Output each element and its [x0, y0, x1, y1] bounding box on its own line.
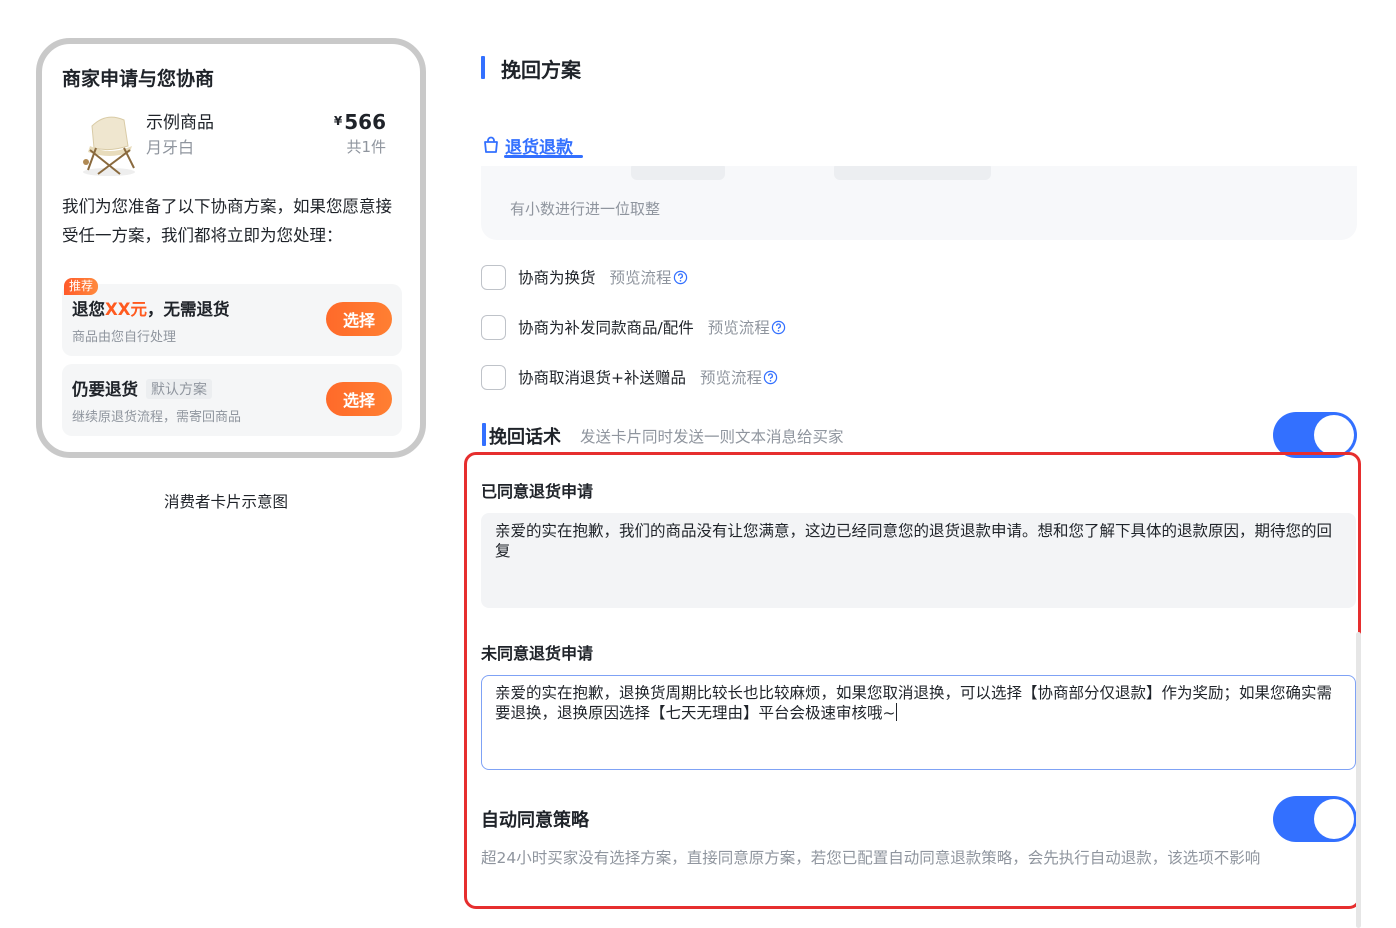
checkbox-label: 协商取消退货+补送赠品 — [518, 369, 686, 387]
tab-active-indicator — [504, 155, 583, 158]
option-amount: XX元 — [105, 300, 147, 319]
price-value: 566 — [344, 110, 386, 134]
preview-flow-text: 预览流程 — [700, 369, 763, 387]
auto-agree-title: 自动同意策略 — [481, 810, 589, 831]
shopping-bag-icon — [484, 136, 498, 153]
card-caption: 消费者卡片示意图 — [164, 493, 289, 511]
checkbox[interactable] — [481, 314, 506, 340]
section-accent-bar — [482, 423, 486, 446]
amount-input[interactable] — [631, 166, 725, 180]
checkbox[interactable] — [481, 264, 506, 290]
plan-section-title: 挽回方案 — [501, 58, 581, 82]
not-agreed-label: 未同意退货申请 — [481, 644, 594, 663]
option-subtitle: 继续原退货流程，需寄回商品 — [72, 410, 242, 425]
card-description: 我们为您准备了以下协商方案，如果您愿意接受任一方案，我们都将立即为您处理： — [62, 197, 392, 245]
consumer-card-preview: 商家申请与您协商 示例商品 月牙白 ¥566 共1件 我们为您准备了以下协商方案… — [36, 38, 426, 458]
option-refund-no-return: 退您XX元，无需退货 商品由您自行处理 选择 — [62, 284, 402, 356]
scrollbar[interactable] — [1356, 632, 1361, 928]
ratio-input[interactable] — [834, 166, 991, 180]
toggle-knob — [1314, 415, 1354, 455]
agreed-message-textarea[interactable]: 亲爱的实在抱歉，我们的商品没有让您满意，这边已经同意您的退货退款申请。想和您了解… — [481, 513, 1356, 608]
option-title: 退您XX元，无需退货 — [72, 296, 229, 320]
toggle-knob — [1314, 799, 1354, 839]
question-circle-icon — [771, 320, 785, 335]
checkbox-label: 协商为换货 — [518, 269, 596, 287]
option-title-prefix: 退您 — [72, 300, 105, 319]
checkbox[interactable] — [481, 364, 506, 390]
option-title-text: 仍要退货 — [72, 380, 138, 399]
rounding-note: 有小数进行进一位取整 — [510, 200, 661, 218]
product-name: 示例商品 — [146, 113, 214, 133]
checkbox-row-resend[interactable]: 协商为补发同款商品/配件 预览流程 — [481, 314, 786, 340]
product-price: ¥566 — [334, 110, 386, 134]
agreed-label: 已同意退货申请 — [481, 482, 594, 501]
option-title: 仍要退货 默认方案 — [72, 376, 212, 400]
preview-flow-text: 预览流程 — [609, 269, 672, 287]
folding-chair-product-image — [83, 116, 135, 176]
option-subtitle: 商品由您自行处理 — [72, 330, 177, 345]
checkbox-row-cancel-gift[interactable]: 协商取消退货+补送赠品 预览流程 — [481, 364, 778, 390]
select-button-option-1[interactable]: 选择 — [326, 302, 392, 336]
default-plan-badge: 默认方案 — [146, 379, 212, 399]
card-title: 商家申请与您协商 — [62, 68, 215, 90]
script-section-title: 挽回话术 — [489, 427, 561, 448]
preview-flow-text: 预览流程 — [707, 319, 770, 337]
tab-label: 退货退款 — [505, 137, 573, 158]
question-circle-icon — [763, 370, 778, 385]
auto-agree-description: 超24小时买家没有选择方案，直接同意原方案，若您已配置自动同意退款策略，会先执行… — [481, 849, 1261, 867]
select-button-option-2[interactable]: 选择 — [326, 382, 392, 416]
text-cursor — [895, 703, 897, 721]
preview-flow-link[interactable]: 预览流程 — [708, 316, 786, 338]
product-quantity: 共1件 — [346, 138, 386, 156]
preview-flow-link[interactable]: 预览流程 — [610, 266, 688, 288]
option-title-suffix: ，无需退货 — [146, 300, 230, 319]
option-continue-return: 仍要退货 默认方案 继续原退货流程，需寄回商品 选择 — [62, 364, 402, 436]
script-hint: 发送卡片同时发送一则文本消息给买家 — [580, 428, 844, 446]
currency-symbol: ¥ — [333, 114, 343, 128]
refund-config-box: 有小数进行进一位取整 — [481, 166, 1357, 240]
preview-flow-link[interactable]: 预览流程 — [700, 366, 778, 388]
not-agreed-message-textarea[interactable]: 亲爱的实在抱歉，退换货周期比较长也比较麻烦，如果您取消退换，可以选择【协商部分仅… — [481, 675, 1356, 770]
question-circle-icon — [673, 270, 687, 285]
checkbox-label: 协商为补发同款商品/配件 — [518, 319, 694, 337]
textarea-content: 亲爱的实在抱歉，退换货周期比较长也比较麻烦，如果您取消退换，可以选择【协商部分仅… — [495, 684, 1333, 722]
product-spec: 月牙白 — [146, 138, 195, 157]
auto-agree-toggle-switch[interactable] — [1273, 796, 1357, 842]
recommend-badge: 推荐 — [64, 278, 99, 295]
checkbox-row-exchange[interactable]: 协商为换货 预览流程 — [481, 264, 688, 290]
section-accent-bar — [481, 56, 485, 79]
